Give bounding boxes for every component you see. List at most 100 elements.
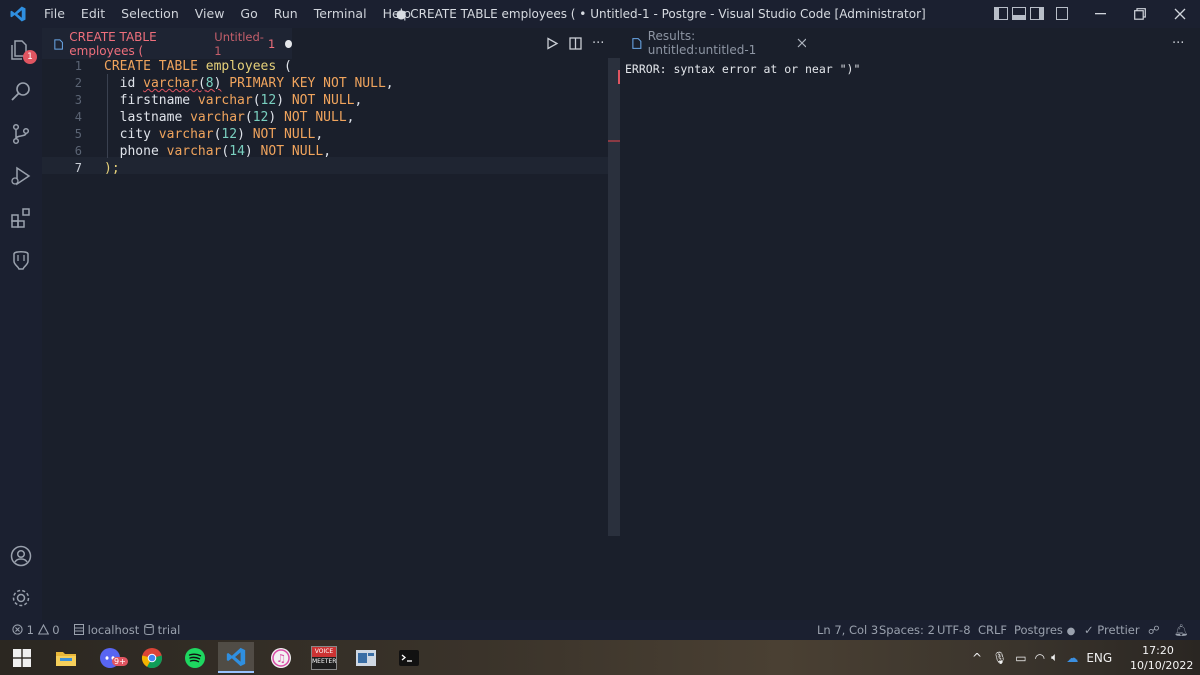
voicemeeter-icon[interactable]: VOICE MEETER — [306, 642, 342, 673]
indentation[interactable]: Spaces: 2 — [879, 620, 935, 640]
code-token: lastname — [104, 110, 191, 125]
line-ending[interactable]: CRLF — [978, 620, 1007, 640]
close-window-button[interactable] — [1160, 0, 1200, 28]
discord-badge: 9+ — [112, 657, 128, 666]
code-token: ( — [244, 110, 253, 125]
line-number: 5 — [74, 127, 82, 141]
explorer-icon[interactable]: 1 — [9, 38, 37, 64]
itunes-icon[interactable]: ♫ — [263, 642, 299, 673]
minimize-button[interactable] — [1080, 0, 1120, 28]
file-icon — [632, 37, 642, 49]
code-token: 14 — [229, 144, 245, 159]
problems-indicator[interactable]: 1 0 — [12, 620, 60, 640]
menu-selection[interactable]: Selection — [113, 0, 187, 28]
split-editor-icon[interactable] — [569, 36, 582, 50]
cursor-position[interactable]: Ln 7, Col 3 — [817, 620, 878, 640]
code-token: 12 — [221, 127, 238, 142]
spotify-icon[interactable] — [177, 642, 213, 673]
toggle-panel-icon[interactable] — [1012, 7, 1026, 20]
connection-status[interactable]: localhost — [74, 620, 139, 640]
code-text: CREATE TABLE employees ( — [104, 58, 292, 75]
vscode-logo-icon[interactable] — [0, 0, 36, 28]
toggle-primary-sidebar-icon[interactable] — [994, 7, 1008, 20]
terminal-icon[interactable] — [391, 642, 427, 673]
code-line[interactable]: 7); — [42, 160, 608, 177]
discord-icon[interactable]: 9+ — [92, 642, 128, 673]
svg-text:♫: ♫ — [276, 652, 286, 665]
code-line[interactable]: 1 CREATE TABLE employees ( — [42, 58, 608, 75]
line-number: 1 — [74, 59, 82, 73]
restore-button[interactable] — [1120, 0, 1160, 28]
wifi-icon[interactable]: ◠ — [1035, 651, 1045, 665]
show-hidden-icons-icon[interactable]: ^ — [972, 651, 982, 665]
editor-tab-untitled-1[interactable]: CREATE TABLE employees ( Untitled-1 1 — [42, 28, 292, 59]
code-token: , — [323, 144, 332, 159]
results-more-actions-icon[interactable]: ··· — [1172, 28, 1184, 58]
menu-bar: File Edit Selection View Go Run Terminal… — [36, 0, 419, 28]
code-line[interactable]: 4 lastname varchar(12) NOT NULL, — [42, 109, 608, 126]
microphone-icon[interactable]: 🎙︎ — [992, 651, 1007, 665]
menu-go[interactable]: Go — [232, 0, 265, 28]
onedrive-icon[interactable]: ☁ — [1066, 651, 1078, 665]
language-name: Postgres — [1014, 623, 1063, 637]
toggle-secondary-sidebar-icon[interactable] — [1030, 7, 1044, 20]
menu-edit[interactable]: Edit — [73, 0, 113, 28]
cursor-marker — [608, 140, 620, 142]
code-token: ) — [276, 93, 285, 108]
encoding[interactable]: UTF-8 — [937, 620, 971, 640]
taskbar-clock[interactable]: 17:20 10/10/2022 — [1130, 643, 1193, 673]
battery-icon[interactable]: ▭ — [1015, 651, 1026, 665]
menu-file[interactable]: File — [36, 0, 73, 28]
code-line[interactable]: 5 city varchar(12) NOT NULL, — [42, 126, 608, 143]
file-icon — [54, 38, 63, 50]
code-line[interactable]: 3 firstname varchar(12) NOT NULL, — [42, 92, 608, 109]
search-icon[interactable] — [9, 80, 33, 104]
input-language[interactable]: ENG — [1086, 651, 1112, 665]
customize-layout-icon[interactable] — [1056, 7, 1068, 20]
prettier-status[interactable]: ✓ Prettier — [1084, 620, 1140, 640]
accounts-icon[interactable] — [9, 544, 33, 568]
code-token: 8 — [205, 76, 214, 91]
code-token: , — [354, 93, 363, 108]
source-control-icon[interactable] — [9, 122, 33, 146]
line-number: 3 — [74, 93, 82, 107]
code-token: varchar — [190, 110, 245, 125]
unsaved-dot-icon[interactable] — [285, 40, 292, 48]
error-message: ERROR: syntax error at or near ")" — [625, 62, 861, 76]
code-line[interactable]: 6 phone varchar(14) NOT NULL, — [42, 143, 608, 160]
extensions-icon[interactable] — [9, 206, 33, 230]
more-actions-icon[interactable]: ··· — [592, 36, 604, 51]
menu-view[interactable]: View — [187, 0, 233, 28]
feedback-icon[interactable]: ☍ — [1148, 620, 1160, 640]
close-tab-icon[interactable] — [797, 38, 806, 48]
connection-name: localhost — [87, 623, 140, 637]
server-icon — [74, 624, 84, 635]
chrome-icon[interactable] — [134, 642, 170, 673]
language-mode[interactable]: Postgres ● — [1014, 620, 1075, 642]
code-token: , — [385, 76, 394, 91]
volume-icon[interactable]: 🔈︎ — [1051, 650, 1058, 665]
menu-terminal[interactable]: Terminal — [306, 0, 375, 28]
results-tab[interactable]: Results: untitled:untitled-1 — [620, 28, 806, 58]
layout-controls — [994, 7, 1068, 20]
database-status[interactable]: trial — [144, 620, 180, 640]
notifications-bell-icon[interactable]: 🔔︎ — [1174, 620, 1189, 640]
media-app-icon[interactable] — [348, 642, 384, 673]
run-query-icon[interactable] — [546, 36, 559, 50]
settings-gear-icon[interactable] — [9, 586, 33, 610]
code-token: 12 — [252, 110, 269, 125]
code-editor[interactable]: 1 CREATE TABLE employees (2 id varchar(8)… — [42, 58, 608, 536]
windows-start-icon[interactable] — [4, 642, 40, 673]
editor-scrollbar[interactable] — [608, 58, 621, 536]
code-line[interactable]: 2 id varchar(8) PRIMARY KEY NOT NULL, — [42, 75, 608, 92]
menu-run[interactable]: Run — [266, 0, 306, 28]
code-token: ( — [197, 76, 206, 91]
warning-count: 0 — [52, 623, 60, 637]
vscode-taskbar-icon[interactable] — [218, 642, 254, 673]
line-number: 7 — [74, 161, 82, 175]
code-token: , — [315, 127, 324, 142]
run-debug-icon[interactable] — [9, 164, 33, 188]
tab-subtitle: Untitled-1 — [214, 30, 264, 58]
file-explorer-icon[interactable] — [48, 642, 84, 673]
database-elephant-icon[interactable] — [9, 248, 33, 272]
